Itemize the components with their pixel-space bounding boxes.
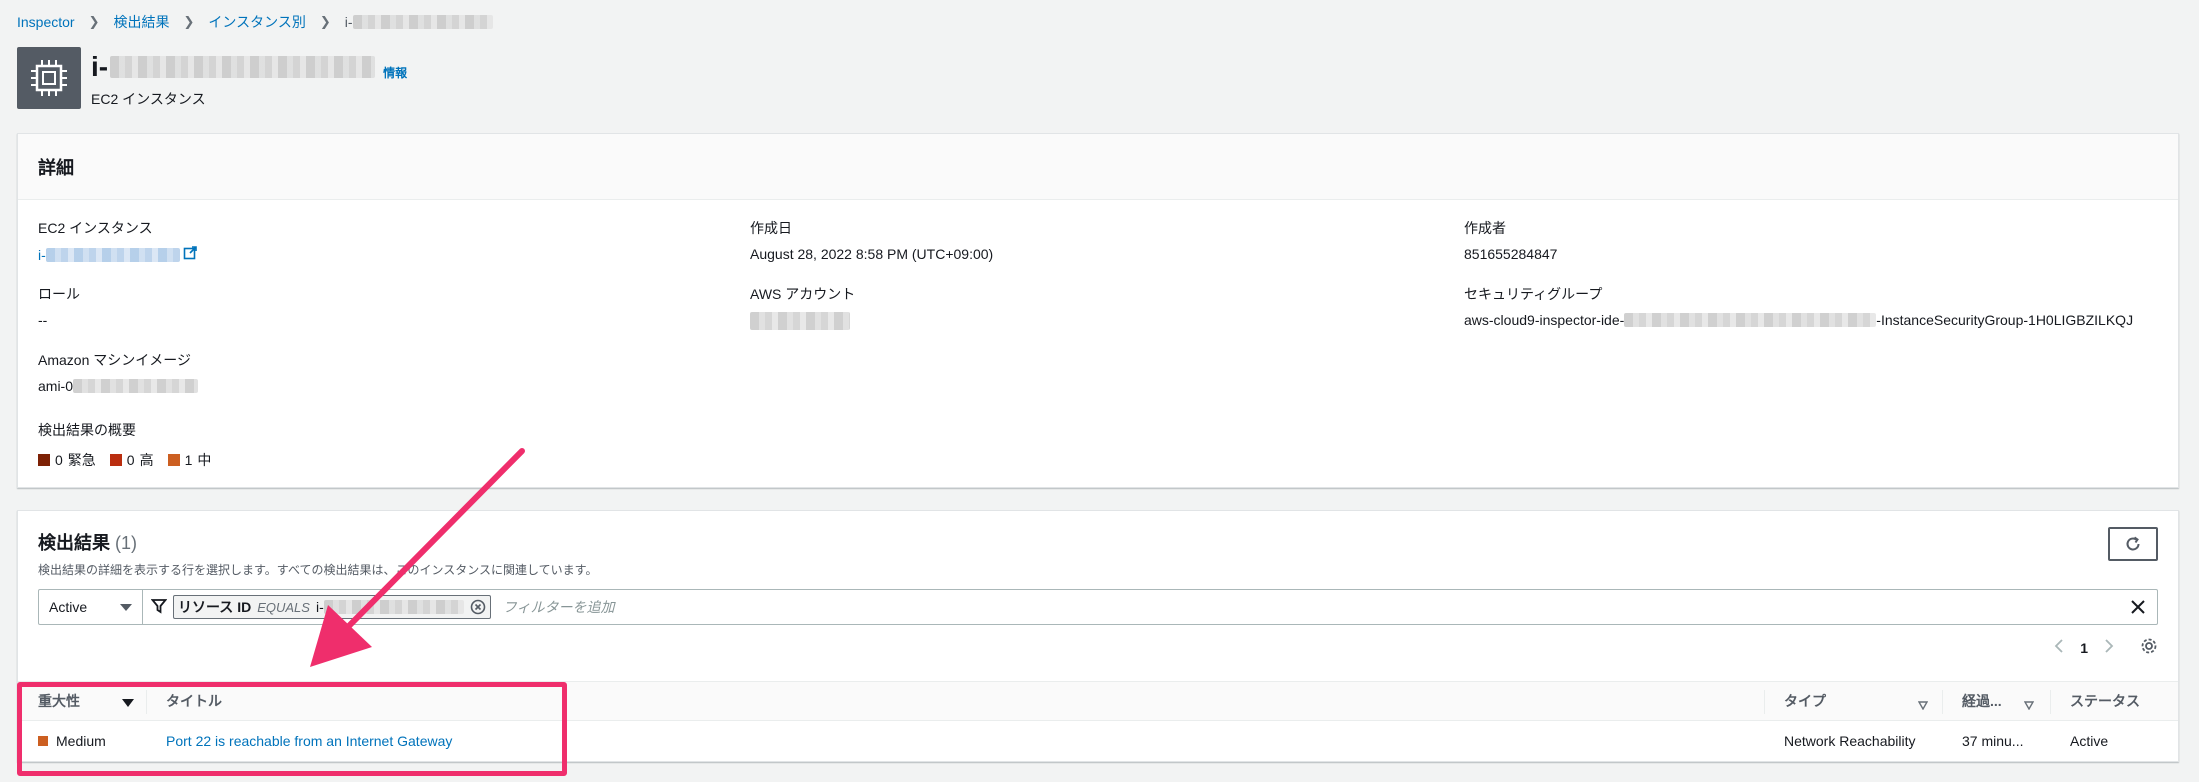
row-type: Network Reachability (1784, 733, 1916, 749)
breadcrumb-findings[interactable]: 検出結果 (114, 12, 170, 32)
breadcrumb-by-instance[interactable]: インスタンス別 (208, 12, 305, 32)
pagination: 1 (2054, 637, 2158, 658)
settings-gear-icon[interactable] (2140, 637, 2158, 658)
column-type[interactable]: タイプ (1784, 682, 1826, 720)
field-value: aws-cloud9-inspector-ide- (1464, 312, 1625, 328)
field-value: -- (38, 312, 48, 328)
redacted-text (1624, 313, 1877, 327)
row-severity: Medium (38, 721, 106, 761)
column-elapsed[interactable]: 経過... (1962, 682, 2002, 720)
severity-critical-count: 0 緊急 (38, 450, 96, 470)
field-ec2-instance: EC2 インスタンス i- (38, 218, 197, 263)
external-link-icon[interactable] (183, 246, 197, 263)
page-subtitle: EC2 インスタンス (91, 91, 206, 107)
findings-count: (1) (115, 533, 138, 553)
filter-token[interactable]: リソース ID EQUALS i- (173, 595, 491, 619)
refresh-icon (2126, 536, 2140, 551)
chevron-right-icon: ❯ (88, 14, 100, 29)
critical-swatch (38, 454, 50, 466)
filter-token-value: i- (315, 599, 324, 615)
row-status: Active (2070, 733, 2109, 749)
findings-description: 検出結果の詳細を表示する行を選択します。すべての検出結果は、このインスタンスに関… (38, 563, 598, 577)
breadcrumb: Inspector ❯ 検出結果 ❯ インスタンス別 ❯ i- (17, 12, 493, 32)
severity-high-count: 0 高 (109, 450, 154, 470)
field-label: 検出結果の概要 (38, 422, 136, 438)
add-filter-input[interactable]: フィルターを追加 (503, 597, 615, 617)
page-title: i- (91, 51, 109, 82)
field-aws-account: AWS アカウント (750, 284, 855, 330)
chevron-left-icon[interactable] (2054, 638, 2064, 657)
ec2-instance-icon (17, 47, 81, 109)
clear-filters-icon[interactable] (2129, 598, 2147, 619)
details-title: 詳細 (38, 157, 74, 178)
field-creator: 作成者 851655284847 (1464, 218, 1557, 262)
redacted-text (323, 600, 464, 614)
medium-swatch (167, 454, 180, 466)
caret-down-icon (120, 599, 132, 615)
field-label: EC2 インスタンス (38, 220, 153, 236)
field-label: セキュリティグループ (1464, 286, 1603, 302)
breadcrumb-inspector[interactable]: Inspector (17, 14, 75, 30)
refresh-button[interactable] (2108, 527, 2158, 561)
field-findings-summary: 検出結果の概要 0 緊急 0 高 1 中 (38, 420, 211, 470)
filter-bar: Active リソース ID EQUALS i- フィルターを追加 (38, 589, 2158, 625)
field-label: Amazon マシンイメージ (38, 352, 191, 368)
field-label: ロール (38, 286, 80, 302)
chevron-right-icon: ❯ (183, 14, 195, 29)
finding-title-link[interactable]: Port 22 is reachable from an Internet Ga… (166, 721, 452, 761)
field-value: ami-0 (38, 378, 74, 394)
field-label: 作成日 (750, 220, 792, 236)
severity-medium-count: 1 中 (167, 450, 211, 470)
chevron-right-icon: ❯ (319, 14, 331, 29)
filter-token-operator: EQUALS (257, 599, 310, 615)
field-ami: Amazon マシンイメージ ami-0 (38, 350, 199, 394)
redacted-text (45, 247, 180, 262)
redacted-text (352, 15, 493, 29)
field-label: AWS アカウント (750, 286, 856, 302)
page-number[interactable]: 1 (2080, 640, 2088, 656)
table-row[interactable]: Medium Port 22 is reachable from an Inte… (18, 721, 2178, 761)
chevron-right-icon[interactable] (2104, 638, 2114, 657)
redacted-text (750, 312, 850, 330)
findings-title: 検出結果 (1) (38, 533, 138, 553)
column-severity[interactable]: 重大性 (38, 682, 80, 720)
redacted-text (73, 379, 199, 393)
sort-desc-icon[interactable] (122, 696, 134, 712)
breadcrumb-current-prefix: i- (344, 14, 353, 30)
field-value-suffix: -InstanceSecurityGroup-1H0LIGBZILKQJ (1876, 312, 2134, 328)
details-panel: 詳細 EC2 インスタンス i- ロール -- Amazon マシンイメージ a… (17, 133, 2179, 488)
field-value: 851655284847 (1464, 246, 1558, 262)
medium-swatch (38, 736, 48, 746)
status-select[interactable]: Active (39, 590, 143, 624)
row-elapsed: 37 minu... (1962, 733, 2024, 749)
ec2-instance-link[interactable]: i- (38, 247, 46, 263)
field-security-group: セキュリティグループ aws-cloud9-inspector-ide- -In… (1464, 284, 2133, 328)
column-status[interactable]: ステータス (2070, 682, 2140, 720)
dismiss-token-icon[interactable] (470, 599, 486, 615)
field-value: August 28, 2022 8:58 PM (UTC+09:00) (750, 246, 994, 262)
filter-token-key: リソース ID (178, 599, 252, 615)
field-created: 作成日 August 28, 2022 8:58 PM (UTC+09:00) (750, 218, 993, 262)
sort-icon[interactable] (2023, 697, 2035, 713)
field-role: ロール -- (38, 284, 80, 328)
findings-panel: 検出結果 (1) 検出結果の詳細を表示する行を選択します。すべての検出結果は、こ… (17, 510, 2179, 762)
findings-table-header: 重大性 タイトル タイプ 経過... ステータス (18, 681, 2178, 721)
status-select-value: Active (49, 599, 88, 615)
info-link[interactable]: 情報 (383, 64, 407, 81)
column-title[interactable]: タイトル (166, 682, 222, 720)
field-label: 作成者 (1464, 220, 1506, 236)
high-swatch (109, 454, 122, 466)
sort-icon[interactable] (1917, 697, 1929, 713)
breadcrumb-current: i- (345, 14, 493, 30)
filter-icon (150, 598, 168, 617)
redacted-text (110, 56, 376, 78)
page-header: i- 情報 EC2 インスタンス (17, 47, 407, 113)
